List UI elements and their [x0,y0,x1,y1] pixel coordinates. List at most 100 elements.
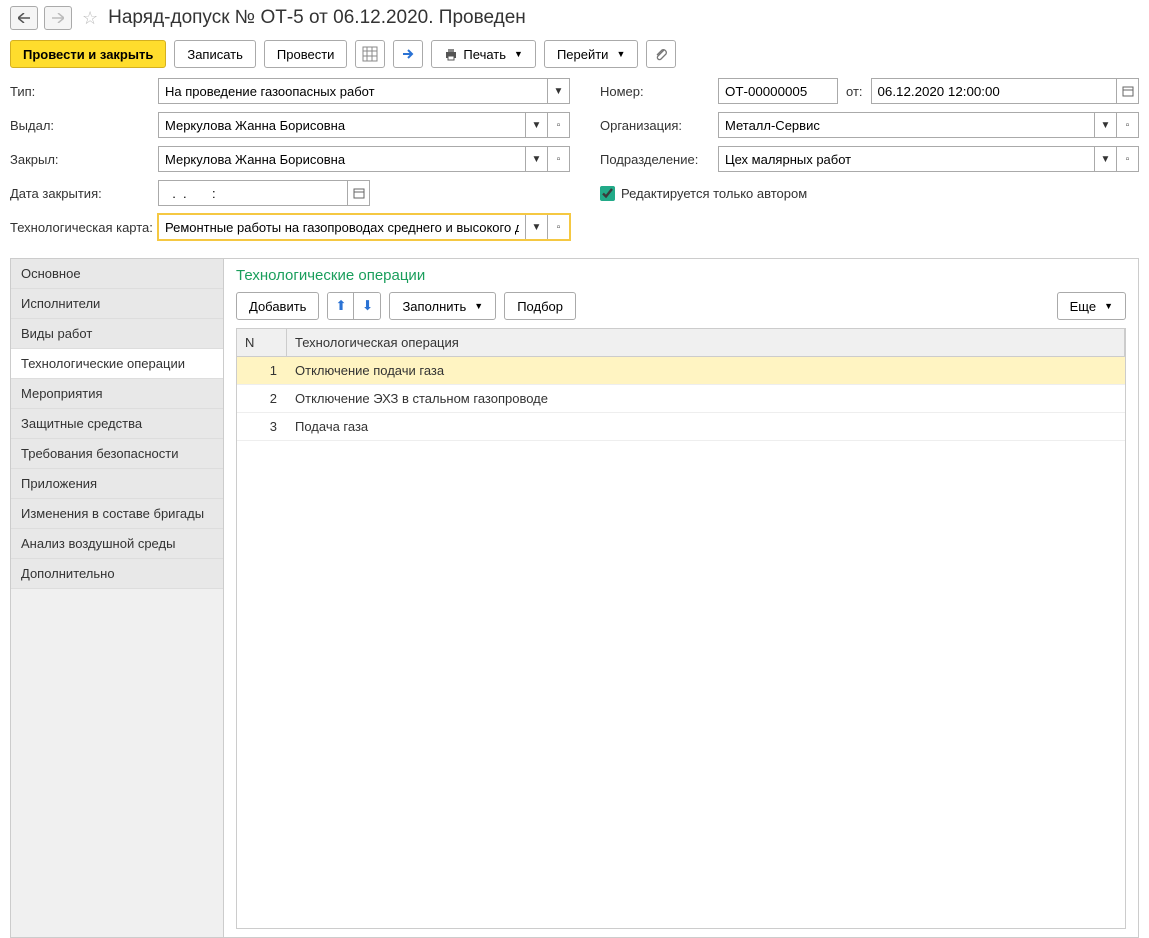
move-down-button[interactable]: ⬇ [354,293,380,319]
type-label: Тип: [10,84,158,99]
page-title: Наряд-допуск № ОТ-5 от 06.12.2020. Прове… [108,7,526,29]
org-input[interactable] [718,112,1095,138]
doc-date-input[interactable] [871,78,1117,104]
arrow-right-icon [52,13,64,23]
open-link-icon: ▫ [1126,154,1130,165]
closed-label: Закрыл: [10,152,158,167]
sidebar-item[interactable]: Виды работ [11,319,223,349]
dept-input[interactable] [718,146,1095,172]
org-open-button[interactable]: ▫ [1117,112,1139,138]
org-label: Организация: [600,118,710,133]
table-row[interactable]: 2Отключение ЭХЗ в стальном газопроводе [237,385,1125,413]
cell-operation: Отключение подачи газа [287,357,1125,384]
edit-author-only-label: Редактируется только автором [621,186,807,201]
dept-label: Подразделение: [600,152,710,167]
closed-input[interactable] [158,146,526,172]
type-input[interactable] [158,78,548,104]
goto-button[interactable]: Перейти▼ [544,40,638,68]
issued-open-button[interactable]: ▫ [548,112,570,138]
table-row[interactable]: 1Отключение подачи газа [237,357,1125,385]
caret-down-icon: ▼ [532,222,542,233]
calendar-tool-button[interactable] [355,40,385,68]
type-dropdown-button[interactable]: ▼ [548,78,570,104]
save-button[interactable]: Записать [174,40,256,68]
techcard-dropdown-button[interactable]: ▼ [526,214,548,240]
from-label: от: [846,84,863,99]
cell-operation: Отключение ЭХЗ в стальном газопроводе [287,385,1125,412]
col-header-n[interactable]: N [237,329,287,356]
caret-down-icon: ▼ [554,86,564,97]
dept-open-button[interactable]: ▫ [1117,146,1139,172]
caret-down-icon: ▼ [474,301,483,311]
table-row[interactable]: 3Подача газа [237,413,1125,441]
nav-forward-button[interactable] [44,6,72,30]
arrow-down-icon: ⬇ [362,298,373,313]
calendar-grid-icon [362,46,378,62]
cell-operation: Подача газа [287,413,1125,440]
sidebar-item[interactable]: Дополнительно [11,559,223,589]
number-input[interactable] [718,78,838,104]
sidebar-item[interactable]: Исполнители [11,289,223,319]
sidebar-item[interactable]: Мероприятия [11,379,223,409]
sidebar-item[interactable]: Технологические операции [11,349,223,379]
caret-down-icon: ▼ [616,49,625,59]
attachments-button[interactable] [646,40,676,68]
sidebar-item[interactable]: Изменения в составе бригады [11,499,223,529]
doc-date-picker-button[interactable] [1117,78,1139,104]
open-link-icon: ▫ [1126,120,1130,131]
close-date-label: Дата закрытия: [10,186,158,201]
cell-n: 1 [237,357,287,384]
techcard-input[interactable] [158,214,526,240]
printer-icon [444,47,458,61]
open-link-icon: ▫ [557,154,561,165]
sidebar-item[interactable]: Основное [11,259,223,289]
dept-dropdown-button[interactable]: ▼ [1095,146,1117,172]
cell-n: 3 [237,413,287,440]
open-link-icon: ▫ [557,222,561,233]
caret-down-icon: ▼ [1101,154,1111,165]
add-row-button[interactable]: Добавить [236,292,319,320]
issued-dropdown-button[interactable]: ▼ [526,112,548,138]
close-date-input[interactable] [158,180,348,206]
issued-label: Выдал: [10,118,158,133]
closed-open-button[interactable]: ▫ [548,146,570,172]
pick-button[interactable]: Подбор [504,292,576,320]
close-date-picker-button[interactable] [348,180,370,206]
create-from-button[interactable] [393,40,423,68]
section-title: Технологические операции [236,267,1126,284]
calendar-icon [1122,85,1134,97]
paperclip-icon [654,47,668,61]
caret-down-icon: ▼ [1101,120,1111,131]
org-dropdown-button[interactable]: ▼ [1095,112,1117,138]
caret-down-icon: ▼ [1104,301,1113,311]
print-button[interactable]: Печать▼ [431,40,536,68]
arrow-right-blue-icon [401,47,415,61]
edit-author-only-checkbox[interactable] [600,186,615,201]
nav-back-button[interactable] [10,6,38,30]
cell-n: 2 [237,385,287,412]
open-link-icon: ▫ [557,120,561,131]
arrow-up-icon: ⬆ [335,298,346,313]
caret-down-icon: ▼ [532,120,542,131]
post-button[interactable]: Провести [264,40,348,68]
issued-input[interactable] [158,112,526,138]
number-label: Номер: [600,84,710,99]
move-up-button[interactable]: ⬆ [328,293,354,319]
post-and-close-button[interactable]: Провести и закрыть [10,40,166,68]
arrow-left-icon [18,13,30,23]
sidebar-item[interactable]: Анализ воздушной среды [11,529,223,559]
techcard-open-button[interactable]: ▫ [548,214,570,240]
col-header-operation[interactable]: Технологическая операция [287,329,1125,356]
more-button[interactable]: Еще▼ [1057,292,1126,320]
caret-down-icon: ▼ [514,49,523,59]
calendar-icon [353,187,365,199]
section-sidebar: ОсновноеИсполнителиВиды работТехнологиче… [11,259,224,937]
favorite-star-icon[interactable]: ☆ [82,8,98,29]
techcard-label: Технологическая карта: [10,220,158,235]
caret-down-icon: ▼ [532,154,542,165]
fill-button[interactable]: Заполнить▼ [389,292,496,320]
sidebar-item[interactable]: Приложения [11,469,223,499]
closed-dropdown-button[interactable]: ▼ [526,146,548,172]
sidebar-item[interactable]: Требования безопасности [11,439,223,469]
sidebar-item[interactable]: Защитные средства [11,409,223,439]
